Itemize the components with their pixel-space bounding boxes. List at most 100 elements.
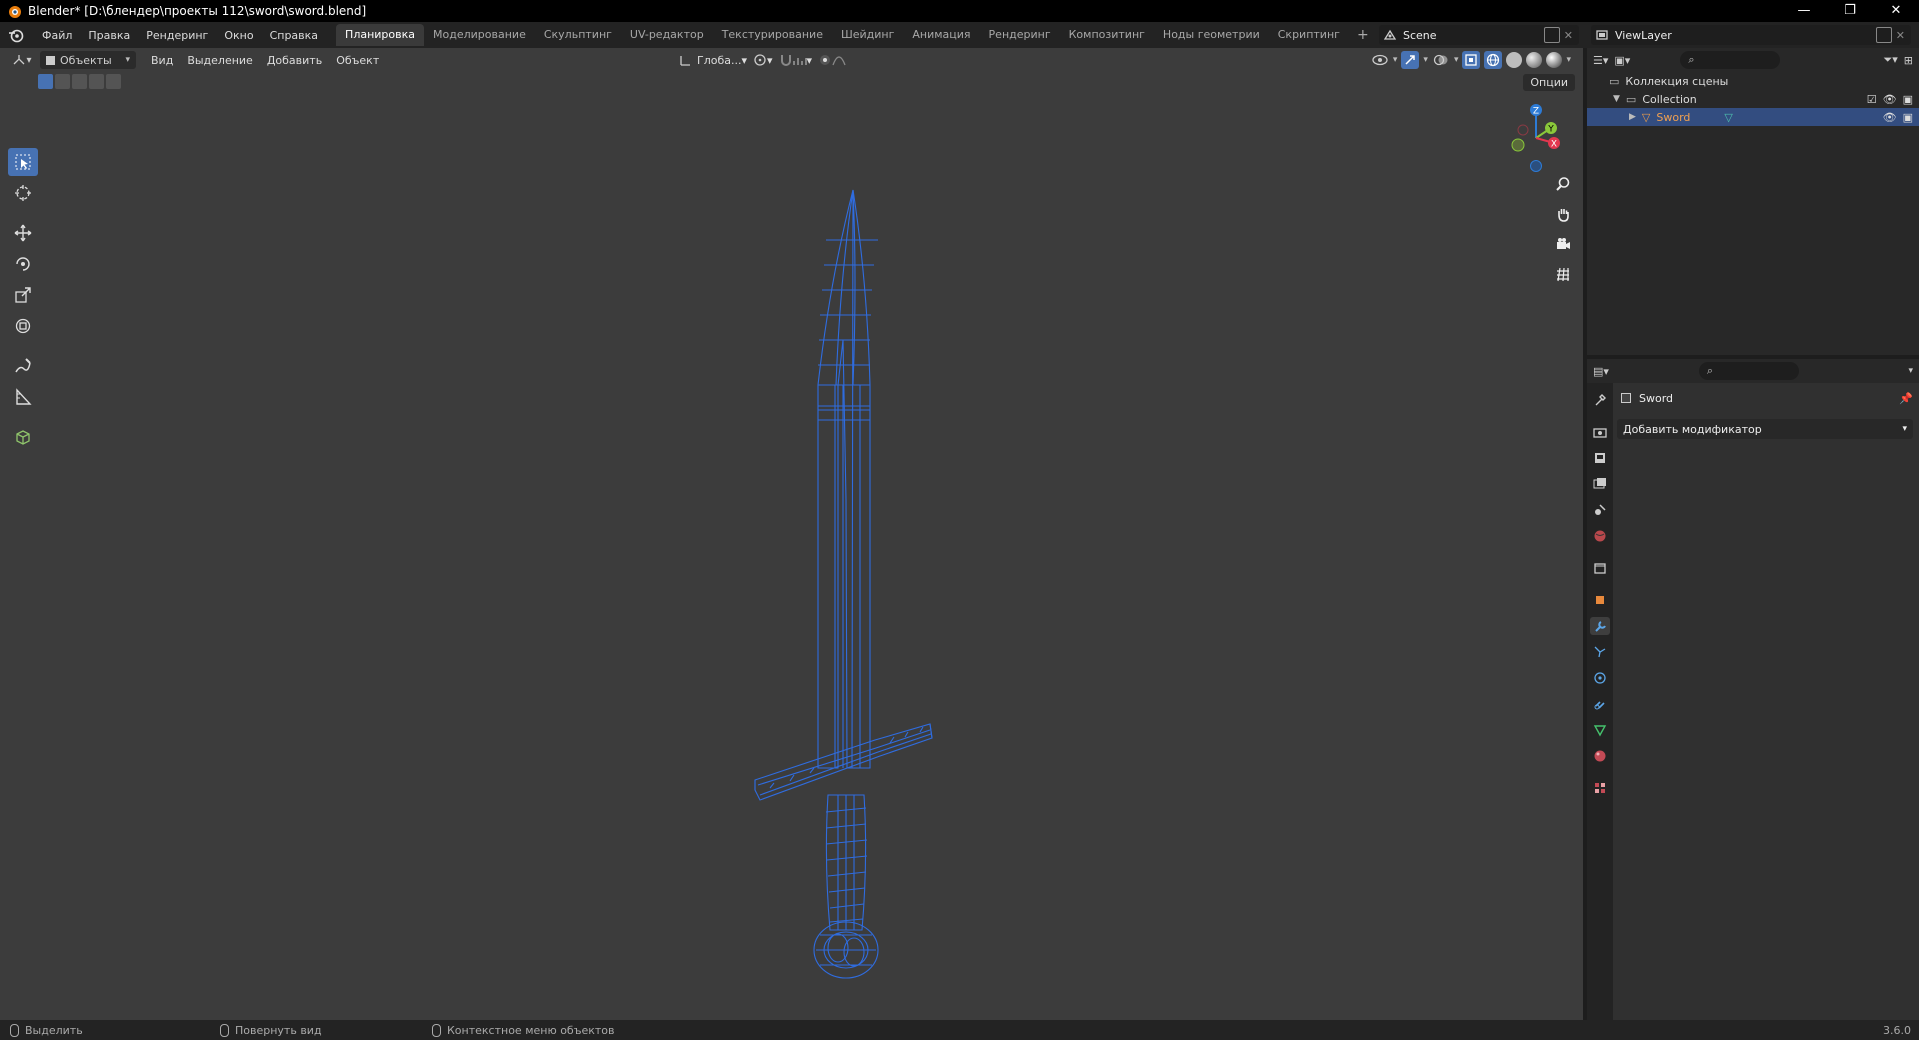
- view-layer-tab-icon[interactable]: [1590, 475, 1610, 493]
- material-preview-icon[interactable]: [1526, 52, 1543, 68]
- neg-y-axis-handle[interactable]: [1511, 138, 1525, 152]
- options-dropdown[interactable]: Опции: [1523, 74, 1575, 91]
- exclude-checkbox-icon[interactable]: ☑: [1867, 93, 1877, 106]
- chevron-down-icon[interactable]: ▾: [1566, 55, 1571, 65]
- chevron-down-icon[interactable]: ▾: [1393, 55, 1398, 65]
- menu-render[interactable]: Рендеринг: [138, 29, 216, 42]
- mesh-data-icon[interactable]: ▽: [1724, 111, 1732, 124]
- blender-menu-icon[interactable]: [8, 27, 24, 43]
- cursor-tool[interactable]: [8, 179, 38, 207]
- tab-sculpting[interactable]: Скульптинг: [535, 24, 621, 46]
- solid-shading-icon[interactable]: [1506, 52, 1523, 68]
- hand-pan-icon[interactable]: [1551, 202, 1575, 226]
- render-camera-icon[interactable]: ▣: [1903, 111, 1913, 124]
- data-tab-icon[interactable]: [1590, 721, 1610, 739]
- menu-window[interactable]: Окно: [216, 29, 261, 42]
- overlays-toggle-icon[interactable]: [1432, 51, 1450, 69]
- wireframe-shading-icon[interactable]: [1484, 51, 1503, 69]
- delete-view-layer-icon[interactable]: ✕: [1896, 29, 1905, 42]
- scene-selector[interactable]: Scene ✕: [1379, 25, 1579, 45]
- new-collection-icon[interactable]: ⊞: [1904, 54, 1913, 67]
- interaction-mode-dropdown[interactable]: Объекты ▾: [40, 51, 136, 69]
- properties-search-input[interactable]: ⌕: [1698, 362, 1799, 380]
- tab-uv-editing[interactable]: UV-редактор: [621, 24, 713, 46]
- 3d-viewport[interactable]: ▾ Объекты ▾ Вид Выделение Добавить Объек…: [0, 48, 1585, 1020]
- snap-toggle[interactable]: ▾: [779, 51, 812, 69]
- tab-compositing[interactable]: Композитинг: [1060, 24, 1154, 46]
- scene-name[interactable]: Scene: [1403, 29, 1544, 42]
- navigation-gizmo[interactable]: Z Y X: [1501, 98, 1571, 178]
- add-workspace-button[interactable]: +: [1349, 27, 1377, 43]
- select-new-icon[interactable]: [38, 74, 53, 89]
- grid-ortho-icon[interactable]: [1551, 262, 1575, 286]
- tab-animation[interactable]: Анимация: [903, 24, 979, 46]
- tab-modeling[interactable]: Моделирование: [424, 24, 535, 46]
- select-box-tool[interactable]: [8, 148, 38, 176]
- view-layer-name[interactable]: ViewLayer: [1615, 29, 1876, 42]
- maximize-button[interactable]: ❐: [1827, 0, 1873, 22]
- transform-tool[interactable]: [8, 312, 38, 340]
- tab-rendering[interactable]: Рендеринг: [980, 24, 1060, 46]
- move-tool[interactable]: [8, 219, 38, 247]
- menu-file[interactable]: Файл: [34, 29, 80, 42]
- modifier-tab-icon[interactable]: [1590, 617, 1610, 635]
- render-tab-icon[interactable]: [1590, 423, 1610, 441]
- world-tab-icon[interactable]: [1590, 527, 1610, 545]
- zoom-icon[interactable]: [1551, 172, 1575, 196]
- constraints-tab-icon[interactable]: [1590, 695, 1610, 713]
- outliner-row-collection[interactable]: ▼ ▭ Collection ☑ 👁 ▣: [1587, 90, 1919, 108]
- select-intersect-icon[interactable]: [106, 74, 121, 89]
- new-view-layer-button[interactable]: [1875, 27, 1892, 43]
- new-scene-button[interactable]: [1543, 27, 1560, 43]
- properties-editor-type-icon[interactable]: ▤▾: [1593, 365, 1609, 378]
- tab-scripting[interactable]: Скриптинг: [1269, 24, 1349, 46]
- visibility-eye-icon[interactable]: 👁: [1883, 93, 1897, 106]
- rotate-tool[interactable]: [8, 250, 38, 278]
- camera-view-icon[interactable]: [1551, 232, 1575, 256]
- expand-arrow-icon[interactable]: ▼: [1613, 94, 1620, 104]
- visibility-eye-icon[interactable]: 👁: [1883, 111, 1897, 124]
- gizmo-toggle-icon[interactable]: [1401, 51, 1420, 69]
- orientation-dropdown[interactable]: Глоба... ▾: [680, 51, 747, 69]
- display-mode-icon[interactable]: ▣▾: [1614, 54, 1630, 67]
- select-extend-icon[interactable]: [55, 74, 70, 89]
- tool-tab-icon[interactable]: [1590, 391, 1610, 409]
- output-tab-icon[interactable]: [1590, 449, 1610, 467]
- pin-icon[interactable]: 📌: [1899, 392, 1913, 405]
- close-button[interactable]: ✕: [1873, 0, 1919, 22]
- annotate-tool[interactable]: [8, 352, 38, 380]
- select-invert-icon[interactable]: [89, 74, 104, 89]
- neg-z-axis-handle[interactable]: [1530, 160, 1542, 172]
- tab-shading[interactable]: Шейдинг: [832, 24, 903, 46]
- tab-texture-paint[interactable]: Текстурирование: [713, 24, 832, 46]
- chevron-down-icon[interactable]: ▾: [1908, 366, 1913, 376]
- object-tab-icon[interactable]: [1590, 591, 1610, 609]
- filter-icon[interactable]: ⏷▾: [1883, 53, 1897, 67]
- minimize-button[interactable]: —: [1781, 0, 1827, 22]
- outliner-editor-type-icon[interactable]: ☰▾: [1593, 54, 1608, 67]
- rendered-shading-icon[interactable]: [1546, 52, 1563, 68]
- render-camera-icon[interactable]: ▣: [1903, 93, 1913, 106]
- collection-tab-icon[interactable]: [1590, 559, 1610, 577]
- delete-scene-icon[interactable]: ✕: [1564, 29, 1573, 42]
- add-modifier-dropdown[interactable]: Добавить модификатор ▾: [1617, 419, 1913, 439]
- texture-tab-icon[interactable]: [1590, 779, 1610, 797]
- scene-tab-icon[interactable]: [1590, 501, 1610, 519]
- outliner-row-sword[interactable]: ▶ ▽ Sword ▽ 👁 ▣: [1587, 108, 1919, 126]
- editor-type-selector[interactable]: ▾: [8, 51, 36, 69]
- select-subtract-icon[interactable]: [72, 74, 87, 89]
- particles-tab-icon[interactable]: [1590, 643, 1610, 661]
- tab-geometry-nodes[interactable]: Ноды геометрии: [1154, 24, 1269, 46]
- scale-tool[interactable]: [8, 281, 38, 309]
- menu-add[interactable]: Добавить: [260, 54, 329, 67]
- chevron-down-icon[interactable]: ▾: [1423, 55, 1428, 65]
- sword-wireframe[interactable]: [740, 140, 940, 980]
- menu-view[interactable]: Вид: [144, 54, 180, 67]
- neg-x-axis-handle[interactable]: [1517, 124, 1529, 136]
- outliner-search-input[interactable]: ⌕: [1680, 51, 1781, 69]
- menu-help[interactable]: Справка: [262, 29, 326, 42]
- xray-toggle-icon[interactable]: [1462, 51, 1481, 69]
- outliner-row-scene-collection[interactable]: ▭ Коллекция сцены: [1587, 72, 1919, 90]
- menu-object[interactable]: Объект: [329, 54, 386, 67]
- view-layer-selector[interactable]: ViewLayer ✕: [1591, 25, 1911, 45]
